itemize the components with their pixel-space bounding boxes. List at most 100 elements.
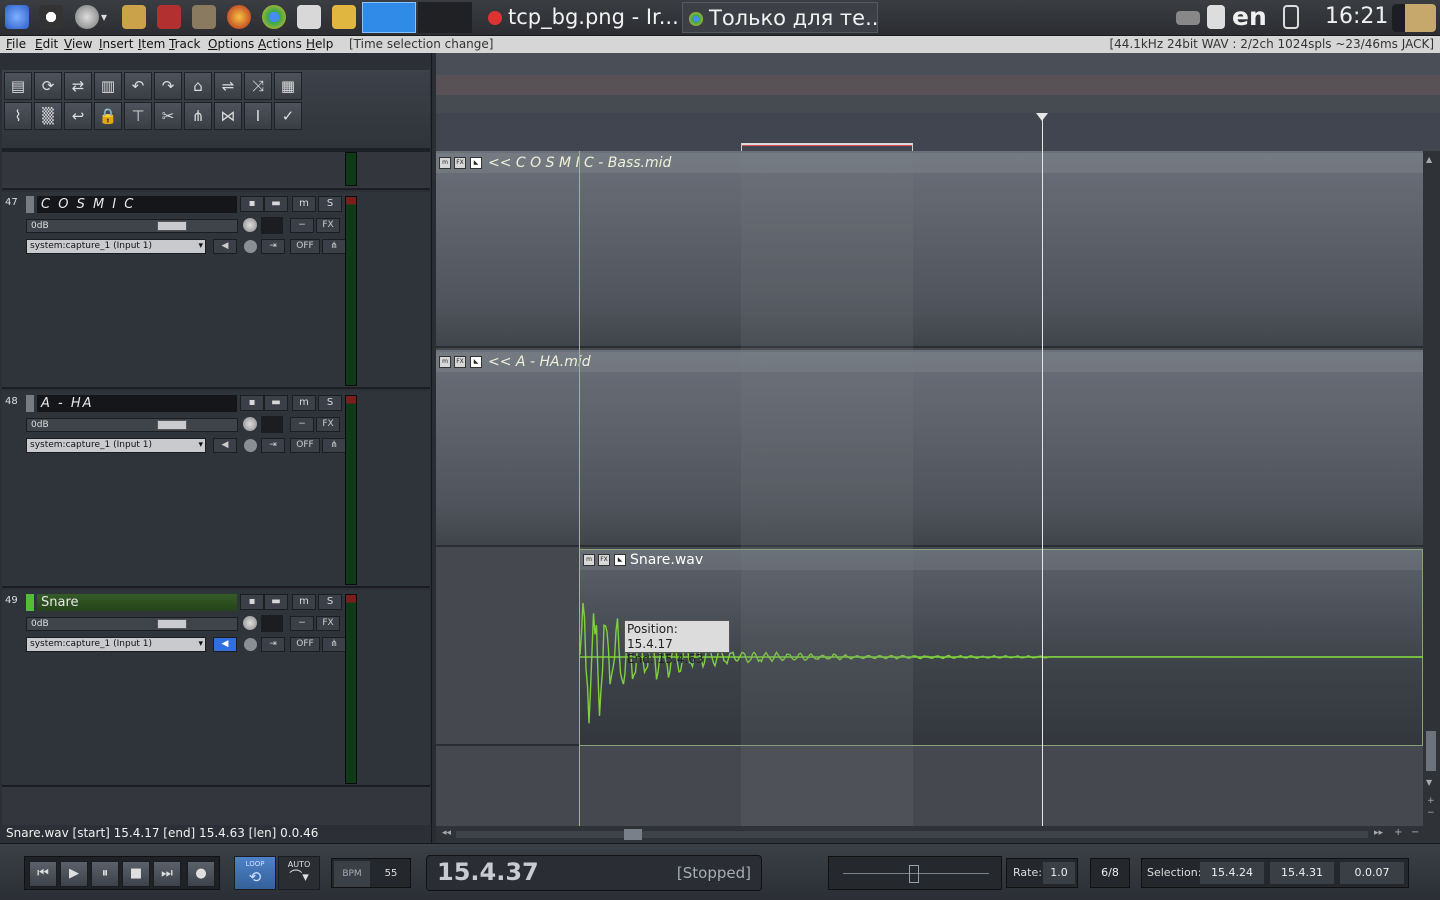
- track-header[interactable]: 49 Snare ▪ ▬ m S 0dB − FX system:capture…: [2, 590, 430, 787]
- zoom-in-horizontal-icon[interactable]: +: [1394, 827, 1402, 838]
- go-to-start-button[interactable]: ⏮: [29, 861, 57, 887]
- settings-icon[interactable]: [39, 5, 63, 29]
- envelope-icon[interactable]: ◣: [470, 356, 482, 368]
- input-route-button[interactable]: ⇥: [261, 637, 285, 652]
- pan-knob[interactable]: [243, 218, 257, 232]
- envelope-button[interactable]: ⌇: [4, 102, 32, 130]
- item-fx-button[interactable]: FX: [598, 554, 610, 566]
- split-button[interactable]: ✂: [154, 102, 182, 130]
- audio-device-info[interactable]: [44.1kHz 24bit WAV : 2/2ch 1024spls ~23/…: [1109, 36, 1434, 52]
- monitor-button[interactable]: ◀: [213, 637, 237, 652]
- menu-item[interactable]: Item: [138, 36, 165, 52]
- vertical-scroll-thumb[interactable]: [1426, 731, 1436, 771]
- rate-field[interactable]: Rate: 1.0: [1006, 858, 1078, 888]
- tempo-lane[interactable]: [436, 95, 1440, 113]
- io-button[interactable]: −: [290, 218, 314, 233]
- track-lane[interactable]: m FX ◣ Snare.wav: [436, 549, 1423, 746]
- envelope-button[interactable]: ▪: [240, 395, 264, 411]
- solo-button[interactable]: S: [318, 196, 342, 212]
- input-route-button[interactable]: ⇥: [261, 239, 285, 254]
- time-selection-handle[interactable]: [741, 143, 913, 151]
- time-signature[interactable]: 6/8: [1094, 862, 1126, 884]
- time-signature-field[interactable]: 6/8: [1090, 858, 1130, 888]
- zoom-out-horizontal-icon[interactable]: −: [1411, 827, 1419, 838]
- menu-options[interactable]: Options: [208, 36, 254, 52]
- scroll-up-icon[interactable]: ▲: [1426, 155, 1432, 164]
- track-name-field[interactable]: C O S M I C: [37, 196, 237, 213]
- metronome-button[interactable]: ⌂: [184, 72, 212, 100]
- undo-button[interactable]: ↶: [124, 72, 152, 100]
- edit-cursor[interactable]: [1042, 117, 1043, 826]
- item-fx-button[interactable]: FX: [454, 356, 466, 368]
- item-mute-button[interactable]: m: [439, 356, 451, 368]
- fx-bypass-button[interactable]: OFF: [290, 438, 320, 453]
- track-name-field[interactable]: A - HA: [37, 395, 237, 412]
- zoom-out-vertical-icon[interactable]: −: [1427, 808, 1435, 818]
- rate-value[interactable]: 1.0: [1043, 862, 1075, 884]
- route-icon[interactable]: ⋔: [322, 637, 346, 652]
- record-input-select[interactable]: system:capture_1 (Input 1): [26, 239, 206, 254]
- record-arm-button[interactable]: ▬: [264, 196, 288, 212]
- media-item-header[interactable]: m FX ◣ << A - HA.mid: [436, 352, 1423, 372]
- battery-icon[interactable]: [1283, 5, 1299, 29]
- scroll-right-icon[interactable]: ▸▸: [1374, 828, 1383, 838]
- audio-icon[interactable]: [192, 5, 216, 29]
- menu-insert[interactable]: Insert: [99, 36, 133, 52]
- tcp-empty-area[interactable]: [2, 787, 430, 825]
- pan-knob[interactable]: [243, 616, 257, 630]
- task-button-image-viewer[interactable]: tcp_bg.png - Ir...: [482, 2, 678, 33]
- record-mode-button[interactable]: [244, 240, 257, 253]
- monitor-button[interactable]: ◀: [213, 438, 237, 453]
- volume-slider[interactable]: 0dB: [26, 617, 238, 631]
- tempo-field[interactable]: BPM 55: [331, 858, 411, 888]
- mute-button[interactable]: m: [292, 594, 316, 610]
- solo-button[interactable]: S: [318, 395, 342, 411]
- fx-button[interactable]: FX: [316, 218, 340, 233]
- item-mute-button[interactable]: m: [583, 554, 595, 566]
- media-item-header[interactable]: m FX ◣ Snare.wav: [580, 550, 1422, 570]
- mute-button[interactable]: m: [292, 395, 316, 411]
- selection-end[interactable]: 15.4.31: [1270, 862, 1334, 884]
- firefox-icon[interactable]: [227, 5, 251, 29]
- play-button[interactable]: ▶: [60, 861, 88, 887]
- track-header[interactable]: 48 A - HA ▪ ▬ m S 0dB − FX system:captur…: [2, 391, 430, 588]
- record-arm-button[interactable]: ▬: [264, 395, 288, 411]
- fx-bypass-button[interactable]: OFF: [290, 637, 320, 652]
- scroll-left-icon[interactable]: ◂◂: [442, 828, 451, 838]
- menu-edit[interactable]: Edit: [35, 36, 58, 52]
- crossfade-button[interactable]: ⋈: [214, 102, 242, 130]
- track-header[interactable]: 47 C O S M I C ▪ ▬ m S 0dB − FX system:c…: [2, 192, 430, 389]
- automation-mode[interactable]: AUTO ⌒▾: [278, 856, 320, 890]
- browser-icon[interactable]: [75, 5, 99, 29]
- project-settings-button[interactable]: ▥: [94, 72, 122, 100]
- input-route-button[interactable]: ⇥: [261, 438, 285, 453]
- record-mode-button[interactable]: [244, 439, 257, 452]
- selection-field[interactable]: Selection: 15.4.24 15.4.31 0.0.07: [1141, 858, 1409, 888]
- ripple-edit-button[interactable]: ⤨: [244, 72, 272, 100]
- chrome-icon[interactable]: [262, 5, 286, 29]
- io-button[interactable]: −: [290, 417, 314, 432]
- arrange-view[interactable]: m FX ◣ << C O S M I C - Bass.mid m FX ◣ …: [436, 53, 1440, 843]
- media-icon[interactable]: [157, 5, 181, 29]
- item-fx-button[interactable]: FX: [454, 157, 466, 169]
- io-button[interactable]: −: [290, 616, 314, 631]
- volume-slider[interactable]: 0dB: [26, 219, 238, 233]
- item-properties-button[interactable]: ⊤: [124, 102, 152, 130]
- envelope-icon[interactable]: ◣: [470, 157, 482, 169]
- track-color-swatch[interactable]: [26, 196, 34, 213]
- route-icon[interactable]: ⋔: [322, 239, 346, 254]
- folder-icon[interactable]: [122, 5, 146, 29]
- menu-actions[interactable]: Actions: [258, 36, 302, 52]
- menu-view[interactable]: View: [64, 36, 92, 52]
- solo-button[interactable]: S: [318, 594, 342, 610]
- group-button[interactable]: ⋔: [184, 102, 212, 130]
- selection-length[interactable]: 0.0.07: [1340, 862, 1404, 884]
- save-project-button[interactable]: ⇄: [64, 72, 92, 100]
- dropdown-icon[interactable]: ▾: [101, 5, 115, 29]
- monitor-button[interactable]: ◀: [213, 239, 237, 254]
- clock[interactable]: 16:21: [1325, 4, 1388, 29]
- marker-lane[interactable]: [436, 75, 1440, 95]
- task-button-browser[interactable]: Только для те...: [682, 2, 878, 33]
- keyboard-layout[interactable]: en: [1232, 2, 1267, 31]
- envelope-button[interactable]: ▪: [240, 196, 264, 212]
